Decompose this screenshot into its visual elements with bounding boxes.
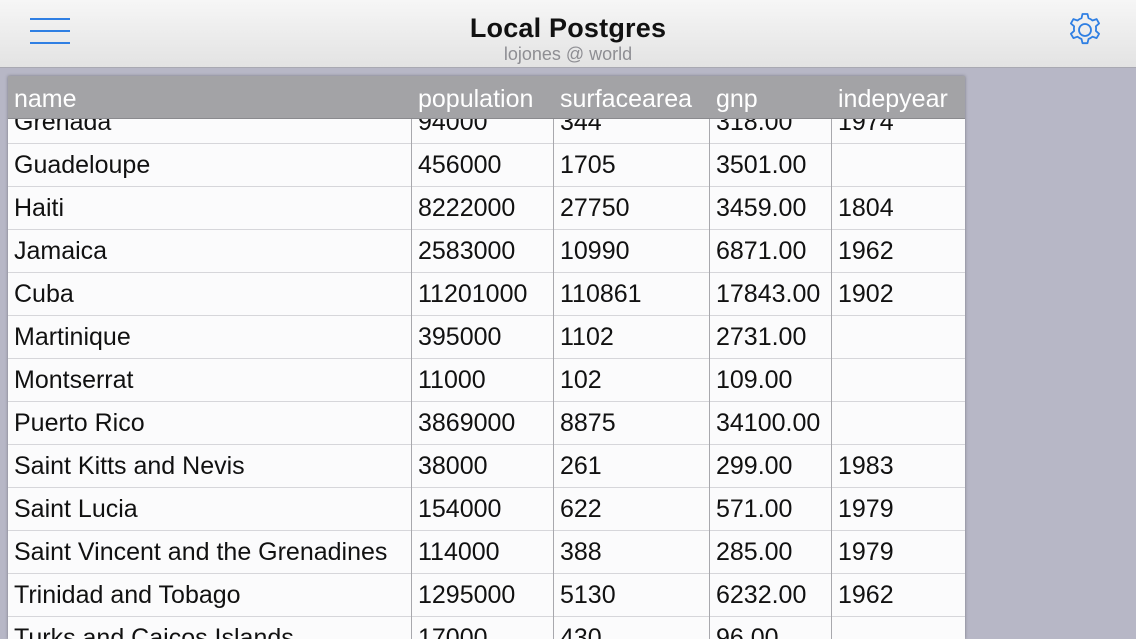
cell-surfacearea: 388 xyxy=(560,538,602,566)
cell-indepyear: 1979 xyxy=(838,495,894,523)
cell-gnp: 34100.00 xyxy=(716,409,821,437)
cell-indepyear: 1804 xyxy=(838,194,894,222)
settings-button[interactable] xyxy=(1063,10,1107,54)
cell-indepyear xyxy=(838,144,963,187)
table-row[interactable]: Saint Vincent and the Grenadines 114000 … xyxy=(8,531,965,574)
cell-gnp: 109.00 xyxy=(716,366,793,394)
query-results-table[interactable]: name population surfacearea gnp indepyea… xyxy=(8,76,965,639)
cell-indepyear xyxy=(838,316,963,359)
cell-population: 154000 xyxy=(418,495,502,523)
table-row[interactable]: Martinique 395000 1102 2731.00 xyxy=(8,316,965,359)
column-divider xyxy=(831,119,832,639)
cell-gnp: 299.00 xyxy=(716,452,793,480)
column-divider xyxy=(709,119,710,639)
connection-title: Local Postgres xyxy=(469,13,667,43)
cell-gnp: 6871.00 xyxy=(716,237,807,265)
cell-surfacearea: 261 xyxy=(560,452,602,480)
table-row[interactable]: Jamaica 2583000 10990 6871.00 1962 xyxy=(8,230,965,273)
cell-name: Cuba xyxy=(14,280,74,308)
table-row[interactable]: Puerto Rico 3869000 8875 34100.00 xyxy=(8,402,965,445)
cell-indepyear xyxy=(838,617,963,639)
cell-population: 38000 xyxy=(418,452,488,480)
cell-gnp: 3459.00 xyxy=(716,194,807,222)
cell-indepyear xyxy=(838,402,963,445)
table-row[interactable]: Saint Lucia 154000 622 571.00 1979 xyxy=(8,488,965,531)
cell-indepyear: 1902 xyxy=(838,280,894,308)
cell-surfacearea: 102 xyxy=(560,366,602,394)
cell-name: Haiti xyxy=(14,194,65,222)
cell-population: 11201000 xyxy=(418,280,528,308)
column-header-surfacearea[interactable]: surfacearea xyxy=(560,76,710,119)
cell-name: Puerto Rico xyxy=(14,409,145,437)
cell-gnp: 17843.00 xyxy=(716,280,821,308)
cell-surfacearea: 1102 xyxy=(560,323,614,351)
table-row[interactable]: Saint Kitts and Nevis 38000 261 299.00 1… xyxy=(8,445,965,488)
cell-indepyear: 1962 xyxy=(838,581,894,609)
cell-name: Saint Kitts and Nevis xyxy=(14,452,245,480)
cell-surfacearea: 27750 xyxy=(560,194,630,222)
table-body[interactable]: Grenada 94000 344 318.00 1974 Guadeloupe… xyxy=(8,101,965,639)
cell-population: 8222000 xyxy=(418,194,516,222)
cell-population: 11000 xyxy=(418,366,486,394)
cell-population: 17000 xyxy=(418,624,488,639)
cell-surfacearea: 10990 xyxy=(560,237,630,265)
connection-subtitle: lojones @ world xyxy=(503,44,633,64)
cell-indepyear: 1983 xyxy=(838,452,894,480)
cell-gnp: 571.00 xyxy=(716,495,793,523)
column-divider xyxy=(411,119,412,639)
table-row[interactable]: Turks and Caicos Islands 17000 430 96.00 xyxy=(8,617,965,639)
cell-surfacearea: 622 xyxy=(560,495,602,523)
cell-indepyear: 1979 xyxy=(838,538,894,566)
cell-surfacearea: 110861 xyxy=(560,280,642,308)
table-row[interactable]: Montserrat 11000 102 109.00 xyxy=(8,359,965,402)
cell-population: 2583000 xyxy=(418,237,516,265)
gear-icon xyxy=(1070,13,1100,45)
cell-surfacearea: 8875 xyxy=(560,409,616,437)
table-row[interactable]: Trinidad and Tobago 1295000 5130 6232.00… xyxy=(8,574,965,617)
table-row[interactable]: Cuba 11201000 110861 17843.00 1902 xyxy=(8,273,965,316)
column-divider xyxy=(553,119,554,639)
cell-name: Turks and Caicos Islands xyxy=(14,624,294,639)
navigation-bar: Local Postgres lojones @ world xyxy=(0,0,1136,68)
column-header-population[interactable]: population xyxy=(418,76,554,119)
cell-gnp: 285.00 xyxy=(716,538,793,566)
cell-gnp: 96.00 xyxy=(716,624,779,639)
cell-name: Guadeloupe xyxy=(14,151,151,179)
cell-population: 1295000 xyxy=(418,581,516,609)
cell-indepyear xyxy=(838,359,963,402)
table-row[interactable]: Haiti 8222000 27750 3459.00 1804 xyxy=(8,187,965,230)
cell-gnp: 6232.00 xyxy=(716,581,807,609)
column-header-gnp[interactable]: gnp xyxy=(716,76,832,119)
cell-gnp: 2731.00 xyxy=(716,323,807,351)
cell-indepyear: 1962 xyxy=(838,237,894,265)
cell-name: Montserrat xyxy=(14,366,134,394)
cell-population: 114000 xyxy=(418,538,500,566)
cell-surfacearea: 1705 xyxy=(560,151,616,179)
cell-name: Jamaica xyxy=(14,237,108,265)
cell-gnp: 3501.00 xyxy=(716,151,807,179)
table-row[interactable]: Guadeloupe 456000 1705 3501.00 xyxy=(8,144,965,187)
cell-population: 3869000 xyxy=(418,409,516,437)
column-header-indepyear[interactable]: indepyear xyxy=(838,76,963,119)
cell-surfacearea: 5130 xyxy=(560,581,616,609)
cell-name: Trinidad and Tobago xyxy=(14,581,241,609)
table-header: name population surfacearea gnp indepyea… xyxy=(8,76,965,119)
cell-name: Saint Lucia xyxy=(14,495,138,523)
column-header-name[interactable]: name xyxy=(14,76,412,119)
cell-population: 456000 xyxy=(418,151,502,179)
cell-name: Saint Vincent and the Grenadines xyxy=(14,538,388,566)
cell-population: 395000 xyxy=(418,323,502,351)
cell-name: Martinique xyxy=(14,323,131,351)
cell-surfacearea: 430 xyxy=(560,624,602,639)
